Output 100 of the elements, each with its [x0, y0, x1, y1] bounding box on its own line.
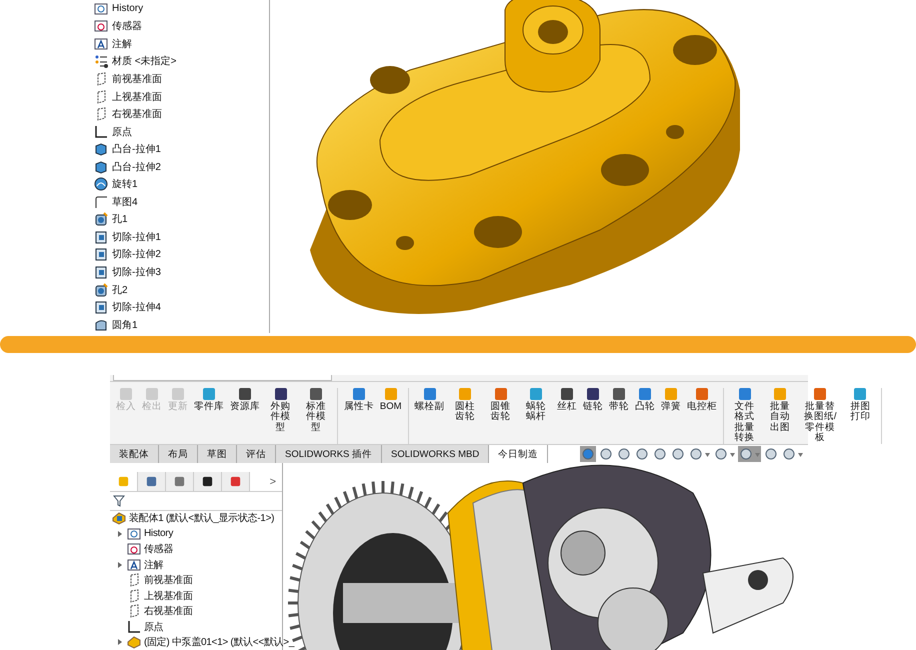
toolbar-button[interactable]: BOM	[378, 388, 404, 412]
view-tool-icon[interactable]	[670, 446, 686, 462]
tool-icon	[854, 388, 866, 400]
tree-item[interactable]: 草图4	[112, 194, 138, 209]
toolbar-button[interactable]: 标准件模型	[299, 388, 333, 434]
tree-item[interactable]: 注解	[144, 558, 164, 572]
tree-item[interactable]: 原点	[112, 124, 132, 139]
tool-icon	[530, 388, 542, 400]
tree-item[interactable]: 凸台-拉伸2	[112, 160, 161, 174]
toolbar-button[interactable]: 批量自动出图	[763, 388, 797, 434]
panel-tab-icon	[173, 475, 186, 488]
tool-icon	[774, 388, 786, 400]
tree-item[interactable]: 前视基准面	[144, 573, 193, 588]
toolbar-button[interactable]: 零件库	[192, 388, 226, 412]
tool-icon	[586, 388, 599, 400]
filter-icon[interactable]	[113, 494, 125, 507]
tree-item[interactable]: 前视基准面	[112, 72, 162, 86]
toolbar-button[interactable]: 圆锥齿轮	[484, 388, 518, 423]
tool-icon	[120, 388, 132, 400]
input-field[interactable]	[113, 375, 332, 381]
view-tool-icon[interactable]	[713, 446, 736, 462]
tree-item[interactable]: 上视基准面	[112, 90, 162, 104]
assembly-icon	[112, 511, 126, 526]
toolbar-button[interactable]: 拼图打印	[844, 388, 878, 423]
tree-item[interactable]: 原点	[144, 620, 164, 634]
tree-item[interactable]: 上视基准面	[144, 588, 193, 603]
tree-item[interactable]: 材质 <未指定>	[112, 54, 176, 68]
tool-icon	[638, 388, 651, 400]
tree-item[interactable]: 切除-拉伸1	[112, 230, 161, 244]
command-tab[interactable]: 评估	[237, 445, 276, 463]
tool-icon	[664, 388, 677, 400]
tree-item[interactable]: 切除-拉伸3	[112, 264, 161, 279]
tool-icon	[738, 388, 751, 400]
toolbar-button[interactable]: 批量替换图纸/零件模板	[798, 388, 842, 444]
toolbar-button[interactable]: 弹簧	[658, 388, 683, 412]
toolbar-button[interactable]: 丝杠	[554, 388, 579, 412]
tree-item[interactable]: 传感器	[144, 542, 174, 556]
command-tab[interactable]: 装配体	[110, 445, 159, 463]
tool-icon	[459, 388, 472, 400]
tool-icon	[560, 388, 573, 400]
origin-icon	[127, 620, 141, 634]
view-tool-icon[interactable]	[634, 446, 650, 462]
view-tool-icon[interactable]	[616, 446, 632, 462]
tree-item[interactable]: 孔2	[112, 282, 128, 297]
toolbar-button[interactable]: 链轮	[580, 388, 605, 412]
toolbar-button[interactable]: 资源库	[228, 388, 262, 412]
expand-arrow-icon[interactable]	[116, 638, 124, 646]
expand-arrow-icon[interactable]	[116, 530, 124, 538]
panel-tab[interactable]	[194, 472, 222, 492]
tool-icon	[384, 388, 397, 400]
toolbar-button[interactable]: 电控柜	[684, 388, 719, 412]
tree-item[interactable]: 凸台-拉伸1	[112, 142, 161, 156]
tree-item[interactable]: 切除-拉伸2	[112, 247, 161, 262]
tree-item[interactable]: 装配体1 (默认<默认_显示状态-1>)	[129, 511, 274, 526]
tool-icon	[310, 388, 322, 400]
annotation-icon	[127, 558, 141, 572]
view-tool-icon[interactable]	[688, 446, 711, 462]
panel-tab-icon	[145, 475, 158, 488]
toolbar-button[interactable]: 圆柱齿轮	[448, 388, 482, 423]
toolbar-button[interactable]: 属性卡	[342, 388, 376, 412]
toolbar-button[interactable]: 凸轮	[632, 388, 657, 412]
view-tool-icon[interactable]	[598, 446, 614, 462]
tree-item[interactable]: History	[144, 528, 174, 540]
history-icon	[127, 526, 141, 541]
tree-item[interactable]: 切除-拉伸4	[112, 300, 161, 314]
toolbar-button[interactable]: 蜗轮蜗杆	[519, 388, 553, 423]
tree-item[interactable]: 圆角1	[112, 318, 138, 332]
toolbar-button[interactable]: 螺栓副	[412, 388, 447, 412]
expand-arrow-icon[interactable]	[116, 560, 124, 569]
command-tab[interactable]: SOLIDWORKS MBD	[382, 445, 490, 463]
part-icon	[127, 635, 141, 650]
origin-icon	[94, 124, 108, 139]
material-icon	[94, 54, 108, 68]
view-tool-icon[interactable]	[763, 446, 779, 462]
tree-item[interactable]: 右视基准面	[112, 107, 162, 122]
more-tabs-button[interactable]: >	[264, 472, 282, 492]
toolbar-button[interactable]: 带轮	[606, 388, 631, 412]
view-tool-icon[interactable]	[738, 446, 761, 462]
tool-icon	[424, 388, 436, 400]
tree-item[interactable]: 旋转1	[112, 177, 138, 192]
command-tab[interactable]: 布局	[159, 445, 198, 463]
panel-tab-icon	[229, 475, 242, 488]
tool-icon	[172, 388, 184, 400]
sketch-icon	[94, 194, 108, 209]
view-tool-icon[interactable]	[781, 446, 804, 462]
view-tool-icon[interactable]	[652, 446, 668, 462]
tool-icon	[352, 388, 365, 400]
command-tab[interactable]: SOLIDWORKS 插件	[276, 445, 382, 463]
tree-item[interactable]: History	[112, 3, 144, 14]
toolbar-button[interactable]: 文件格式批量转换	[728, 388, 762, 444]
tree-item[interactable]: 注解	[112, 36, 132, 51]
tool-icon	[494, 388, 507, 400]
toolbar-button[interactable]: 外购件模型	[264, 388, 298, 434]
command-tab[interactable]: 草图	[198, 445, 237, 463]
tool-icon	[814, 388, 826, 400]
tree-item[interactable]: (固定) 中泵盖01<1> (默认<<默认>_	[144, 635, 294, 650]
tool-icon	[203, 388, 215, 400]
tree-item[interactable]: 传感器	[112, 19, 142, 34]
tree-item[interactable]: 孔1	[112, 212, 128, 226]
tree-item[interactable]: 右视基准面	[144, 604, 193, 618]
